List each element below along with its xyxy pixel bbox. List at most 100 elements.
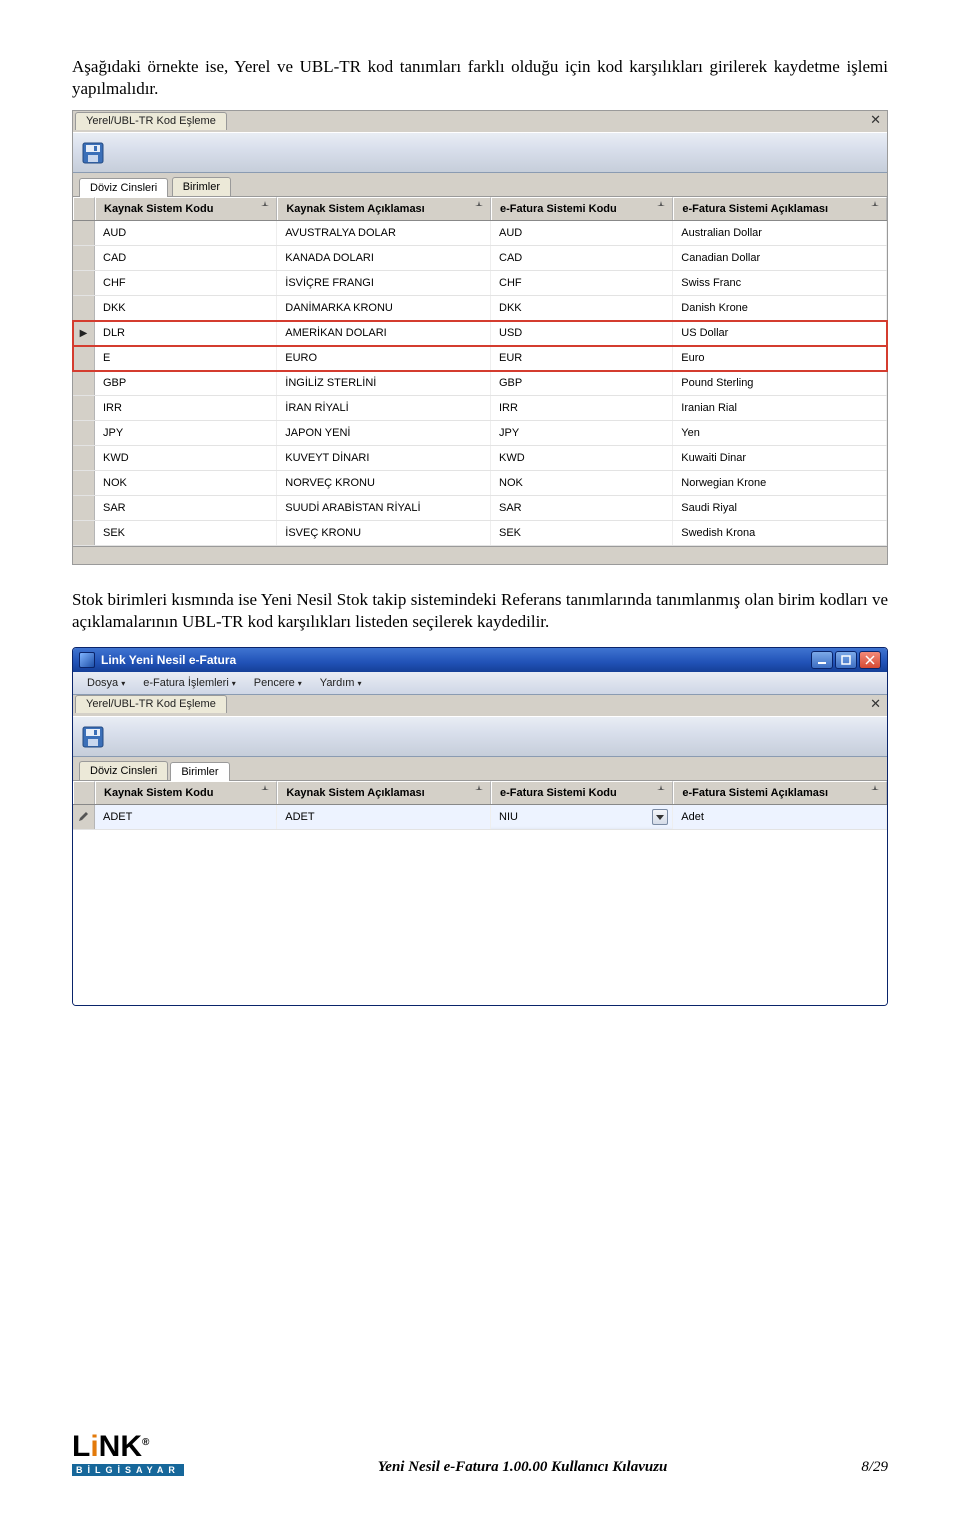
menu-file[interactable]: Dosya▾ [79,675,133,691]
table-row[interactable]: SEKİSVEÇ KRONUSEKSwedish Krona [73,521,887,546]
cell-efatura-code[interactable]: GBP [491,371,673,395]
cell-efatura-code[interactable]: AUD [491,221,673,245]
cell-source-code[interactable]: CHF [95,271,277,295]
col-header-efatura-code[interactable]: e-Fatura Sistemi Kodu [491,197,673,220]
cell-efatura-code[interactable]: JPY [491,421,673,445]
cell-source-desc[interactable]: EURO [277,346,491,370]
cell-efatura-desc[interactable]: Euro [673,346,887,370]
cell-source-code[interactable]: DLR [95,321,277,345]
tab-units[interactable]: Birimler [172,177,231,196]
tab-units[interactable]: Birimler [170,762,229,781]
cell-efatura-code[interactable]: DKK [491,296,673,320]
cell-efatura-desc[interactable]: Iranian Rial [673,396,887,420]
tab-currencies[interactable]: Döviz Cinsleri [79,761,168,780]
table-row[interactable]: EEUROEUREuro [73,346,887,371]
mdi-close-button[interactable]: ✕ [870,696,881,712]
table-row[interactable]: CHFİSVİÇRE FRANGICHFSwiss Franc [73,271,887,296]
titlebar[interactable]: Link Yeni Nesil e-Fatura [73,648,887,672]
row-indicator [73,805,95,829]
cell-efatura-desc[interactable]: Yen [673,421,887,445]
mdi-close-button[interactable]: ✕ [870,112,881,128]
cell-efatura-desc[interactable]: Norwegian Krone [673,471,887,495]
table-row[interactable]: AUDAVUSTRALYA DOLARAUDAustralian Dollar [73,221,887,246]
menu-window[interactable]: Pencere▾ [246,675,310,691]
cell-source-desc[interactable]: JAPON YENİ [277,421,491,445]
menu-help[interactable]: Yardım▾ [312,675,370,691]
table-row[interactable]: KWDKUVEYT DİNARIKWDKuwaiti Dinar [73,446,887,471]
cell-source-code[interactable]: SAR [95,496,277,520]
col-header-source-desc[interactable]: Kaynak Sistem Açıklaması [277,781,491,804]
dropdown-button[interactable] [652,809,668,825]
page-number: 8/29 [861,1459,888,1476]
cell-source-desc[interactable]: İSVEÇ KRONU [277,521,491,545]
cell-source-desc[interactable]: NORVEÇ KRONU [277,471,491,495]
cell-source-code[interactable]: DKK [95,296,277,320]
col-header-efatura-desc[interactable]: e-Fatura Sistemi Açıklaması [673,197,887,220]
cell-efatura-desc[interactable]: Adet [673,805,887,829]
cell-source-desc[interactable]: İNGİLİZ STERLİNİ [277,371,491,395]
cell-source-code[interactable]: KWD [95,446,277,470]
table-row[interactable]: GBPİNGİLİZ STERLİNİGBPPound Sterling [73,371,887,396]
cell-source-code[interactable]: IRR [95,396,277,420]
cell-source-desc[interactable]: AMERİKAN DOLARI [277,321,491,345]
cell-source-desc[interactable]: KANADA DOLARI [277,246,491,270]
cell-efatura-desc[interactable]: Swedish Krona [673,521,887,545]
cell-source-desc[interactable]: DANİMARKA KRONU [277,296,491,320]
table-row[interactable]: ADET ADET NIU UBL Kod [73,805,887,830]
table-row[interactable]: IRRİRAN RİYALİIRRIranian Rial [73,396,887,421]
close-button[interactable] [859,651,881,669]
table-row[interactable]: ▶DLRAMERİKAN DOLARIUSDUS Dollar [73,321,887,346]
cell-source-desc[interactable]: ADET [277,805,491,829]
cell-source-code[interactable]: CAD [95,246,277,270]
cell-source-code[interactable]: E [95,346,277,370]
cell-efatura-code[interactable]: EUR [491,346,673,370]
cell-source-code[interactable]: GBP [95,371,277,395]
save-icon[interactable] [79,139,107,167]
cell-source-desc[interactable]: AVUSTRALYA DOLAR [277,221,491,245]
cell-efatura-desc[interactable]: US Dollar [673,321,887,345]
table-row[interactable]: JPYJAPON YENİJPYYen [73,421,887,446]
cell-source-desc[interactable]: SUUDİ ARABİSTAN RİYALİ [277,496,491,520]
cell-efatura-desc[interactable]: Danish Krone [673,296,887,320]
mdi-tab-code-mapping[interactable]: Yerel/UBL-TR Kod Eşleme [75,112,227,130]
col-header-source-code[interactable]: Kaynak Sistem Kodu [95,197,277,220]
col-header-efatura-code[interactable]: e-Fatura Sistemi Kodu [491,781,673,804]
cell-efatura-desc[interactable]: Canadian Dollar [673,246,887,270]
cell-efatura-desc[interactable]: Pound Sterling [673,371,887,395]
maximize-button[interactable] [835,651,857,669]
row-selector-header [73,781,95,804]
cell-efatura-code[interactable]: CHF [491,271,673,295]
cell-source-desc[interactable]: KUVEYT DİNARI [277,446,491,470]
cell-efatura-code[interactable]: CAD [491,246,673,270]
mdi-tab-code-mapping[interactable]: Yerel/UBL-TR Kod Eşleme [75,695,227,713]
col-header-source-desc[interactable]: Kaynak Sistem Açıklaması [277,197,491,220]
menu-efatura[interactable]: e-Fatura İşlemleri▾ [135,675,244,691]
cell-efatura-code[interactable]: USD [491,321,673,345]
cell-efatura-desc[interactable]: Kuwaiti Dinar [673,446,887,470]
minimize-button[interactable] [811,651,833,669]
tab-currencies[interactable]: Döviz Cinsleri [79,178,168,197]
col-header-efatura-desc[interactable]: e-Fatura Sistemi Açıklaması [673,781,887,804]
cell-efatura-desc[interactable]: Australian Dollar [673,221,887,245]
table-row[interactable]: CADKANADA DOLARICADCanadian Dollar [73,246,887,271]
col-header-source-code[interactable]: Kaynak Sistem Kodu [95,781,277,804]
cell-source-code[interactable]: NOK [95,471,277,495]
cell-source-code[interactable]: JPY [95,421,277,445]
table-row[interactable]: NOKNORVEÇ KRONUNOKNorwegian Krone [73,471,887,496]
table-row[interactable]: DKKDANİMARKA KRONUDKKDanish Krone [73,296,887,321]
cell-efatura-code[interactable]: IRR [491,396,673,420]
cell-efatura-code[interactable]: SEK [491,521,673,545]
cell-efatura-desc[interactable]: Saudi Riyal [673,496,887,520]
cell-source-desc[interactable]: İSVİÇRE FRANGI [277,271,491,295]
cell-efatura-code[interactable]: NOK [491,471,673,495]
cell-source-desc[interactable]: İRAN RİYALİ [277,396,491,420]
cell-efatura-code[interactable]: NIU UBL Kod UBL Açıklama [491,805,673,829]
cell-source-code[interactable]: ADET [95,805,277,829]
cell-efatura-desc[interactable]: Swiss Franc [673,271,887,295]
cell-source-code[interactable]: AUD [95,221,277,245]
cell-source-code[interactable]: SEK [95,521,277,545]
table-row[interactable]: SARSUUDİ ARABİSTAN RİYALİSARSaudi Riyal [73,496,887,521]
cell-efatura-code[interactable]: SAR [491,496,673,520]
cell-efatura-code[interactable]: KWD [491,446,673,470]
save-icon[interactable] [79,723,107,751]
